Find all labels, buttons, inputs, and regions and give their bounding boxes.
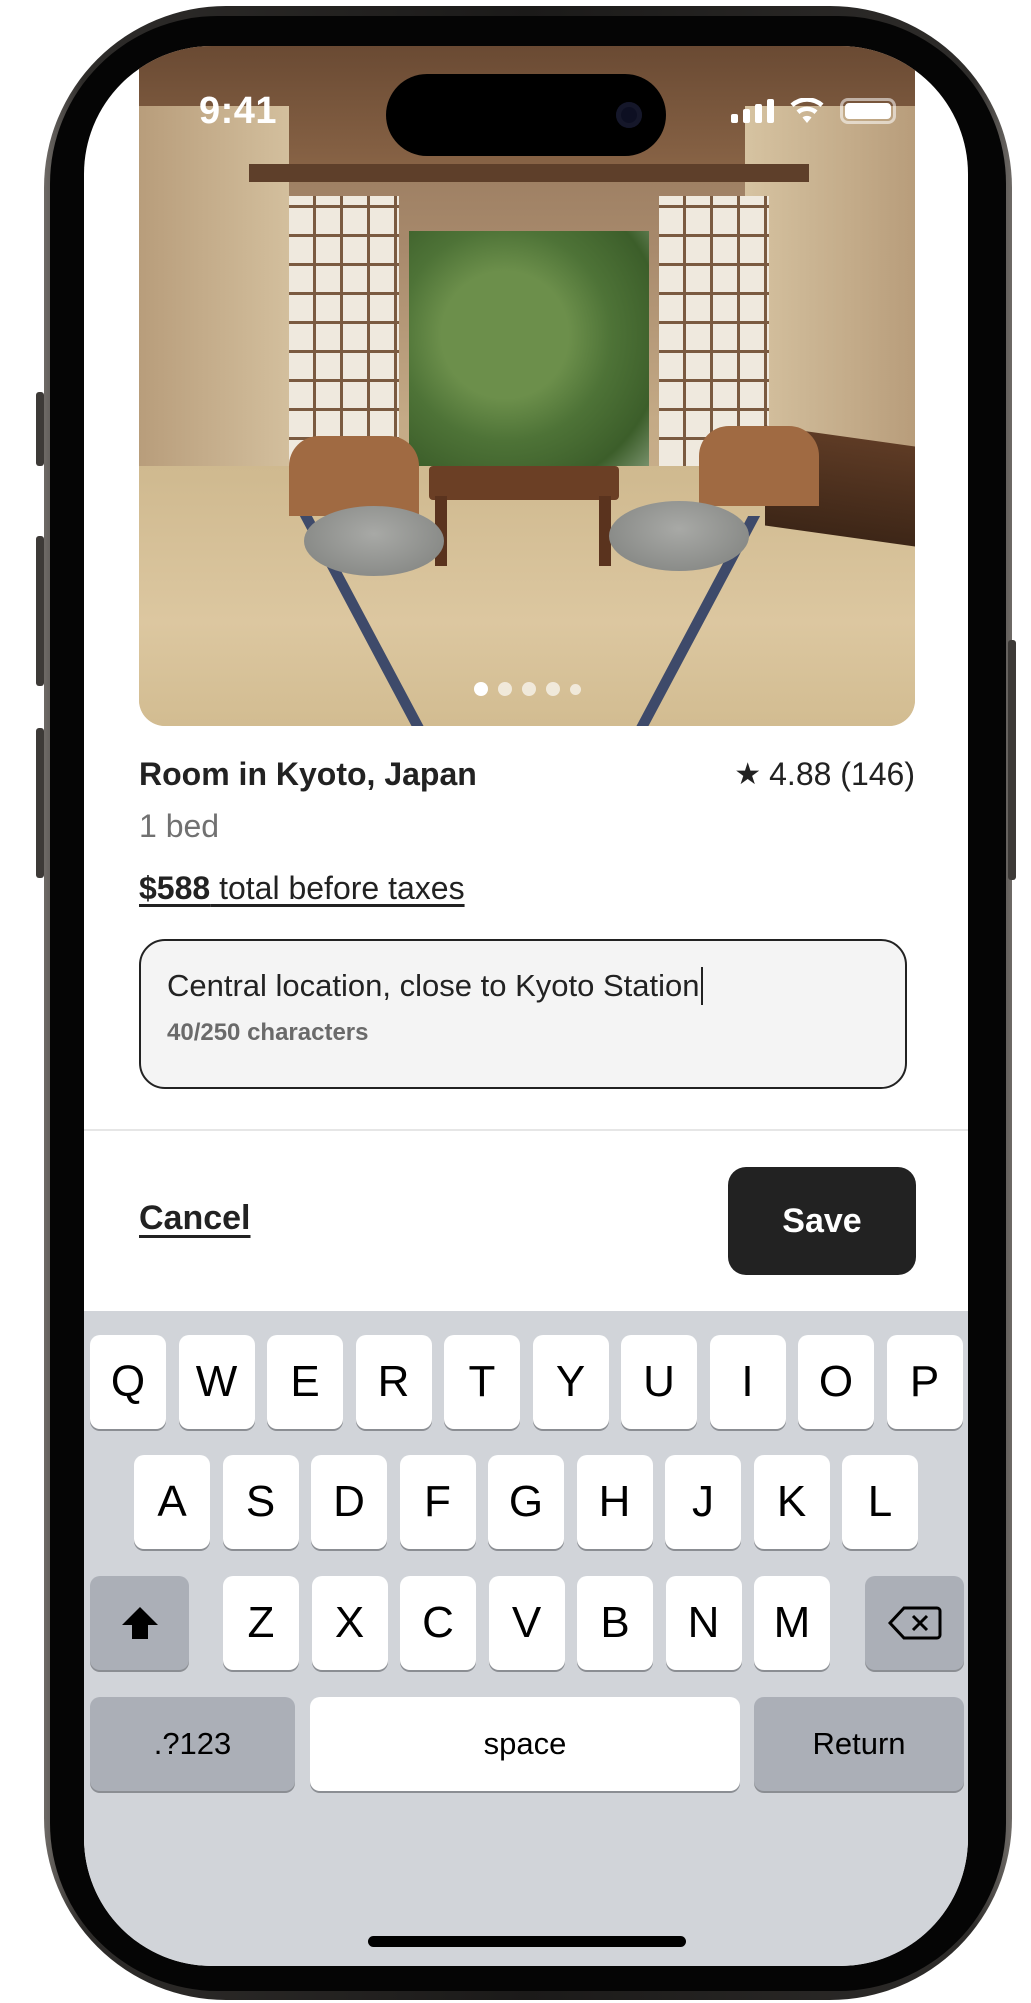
key-r[interactable]: R [355,1335,432,1429]
price-link[interactable]: $588 total before taxes [139,870,465,907]
photo-dot[interactable] [521,682,536,696]
photo-dot[interactable] [569,683,581,695]
home-indicator [368,1936,686,1947]
key-w[interactable]: W [178,1335,255,1429]
key-z[interactable]: Z [223,1576,299,1670]
listing-rating: ★ 4.88 (146) [734,756,915,793]
key-n[interactable]: N [665,1576,742,1670]
key-o[interactable]: O [798,1335,874,1429]
price-amount: $588 [139,870,211,906]
key-v[interactable]: V [488,1576,565,1670]
photo-pagination-dots[interactable] [139,682,915,696]
key-s[interactable]: S [222,1455,299,1549]
power-button [1008,640,1016,880]
space-key[interactable]: space [310,1697,740,1791]
key-t[interactable]: T [444,1335,520,1429]
save-button[interactable]: Save [728,1167,916,1275]
key-f[interactable]: F [399,1455,476,1549]
key-b[interactable]: B [577,1576,653,1670]
note-input-value: Central location, close to Kyoto Station [167,968,700,1003]
key-a[interactable]: A [134,1455,210,1549]
rating-value: 4.88 (146) [769,756,915,792]
battery-icon [840,98,896,124]
photo-dot[interactable] [545,682,560,696]
status-time: 9:41 [199,90,278,132]
photo-dot[interactable] [473,682,488,696]
key-k[interactable]: K [753,1455,830,1549]
text-cursor [701,967,704,1005]
key-y[interactable]: Y [532,1335,609,1429]
price-suffix: total before taxes [210,870,465,906]
key-c[interactable]: C [400,1576,476,1670]
volume-up-button [36,536,44,686]
shift-icon [121,1607,158,1639]
dynamic-island [386,74,666,156]
footer-divider [84,1129,968,1131]
keyboard: QWERTYUIOP ASDFGHJKL ZXCVBNM .?123 space… [84,1311,968,1966]
key-x[interactable]: X [311,1576,388,1670]
numbers-key[interactable]: .?123 [90,1697,295,1791]
key-e[interactable]: E [267,1335,343,1429]
key-h[interactable]: H [576,1455,653,1549]
listing-title: Room in Kyoto, Japan [139,756,477,792]
delete-key[interactable] [865,1576,964,1670]
phone-screen: 9:41 Room in Kyoto, Japan ★ 4.88 (146) 1… [84,46,968,1966]
mute-switch [36,392,44,466]
key-l[interactable]: L [842,1455,918,1549]
cellular-signal-icon [731,99,774,123]
shift-key[interactable] [90,1576,189,1670]
wifi-icon [790,98,824,123]
volume-down-button [36,728,44,878]
key-d[interactable]: D [311,1455,387,1549]
listing-beds: 1 bed [139,808,220,844]
photo-dot[interactable] [497,682,512,696]
status-icons [731,98,896,124]
key-m[interactable]: M [754,1576,830,1670]
key-i[interactable]: I [709,1335,786,1429]
key-u[interactable]: U [621,1335,697,1429]
star-icon: ★ [734,758,762,791]
key-j[interactable]: J [665,1455,741,1549]
front-camera [616,102,642,128]
note-input[interactable]: Central location, close to Kyoto Station… [139,939,907,1089]
backspace-icon [887,1606,941,1640]
key-q[interactable]: Q [90,1335,166,1429]
key-g[interactable]: G [488,1455,564,1549]
return-key[interactable]: Return [754,1697,964,1791]
character-counter: 40/250 characters [167,1019,369,1046]
key-p[interactable]: P [886,1335,963,1429]
cancel-button[interactable]: Cancel [139,1199,251,1238]
